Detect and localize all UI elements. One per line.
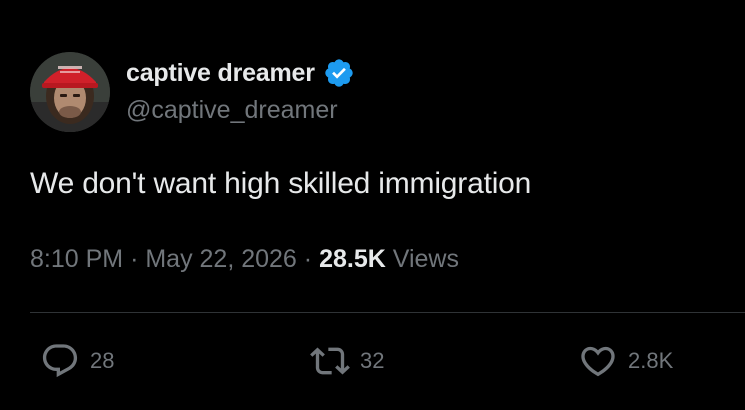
tweet-date[interactable]: May 22, 2026: [145, 245, 297, 273]
divider: [30, 312, 745, 313]
reply-button[interactable]: 28: [40, 341, 114, 381]
avatar[interactable]: [30, 52, 110, 132]
retweet-button[interactable]: 32: [310, 341, 384, 381]
tweet-meta: 8:10 PM · May 22, 2026 · 28.5K Views: [30, 245, 459, 274]
views-label: Views: [392, 245, 459, 273]
name-row: captive dreamer: [126, 56, 355, 90]
retweet-count: 32: [360, 348, 385, 373]
views-count[interactable]: 28.5K: [319, 245, 386, 273]
avatar-image: [30, 52, 110, 132]
meta-separator: ·: [303, 245, 320, 273]
tweet-text: We don't want high skilled immigration: [30, 167, 532, 200]
display-name[interactable]: captive dreamer: [126, 59, 315, 88]
like-button[interactable]: 2.8K: [578, 341, 673, 381]
like-count: 2.8K: [628, 348, 674, 373]
tweet-card: captive dreamer @captive_dreamer We don'…: [0, 0, 745, 410]
verified-badge-icon[interactable]: [323, 57, 355, 89]
reply-count: 28: [90, 348, 115, 373]
heart-icon: [581, 346, 615, 377]
user-handle[interactable]: @captive_dreamer: [126, 96, 338, 125]
meta-separator: ·: [130, 245, 146, 273]
reply-icon: [42, 344, 78, 378]
retweet-icon: [310, 347, 350, 375]
tweet-time[interactable]: 8:10 PM: [30, 245, 123, 273]
